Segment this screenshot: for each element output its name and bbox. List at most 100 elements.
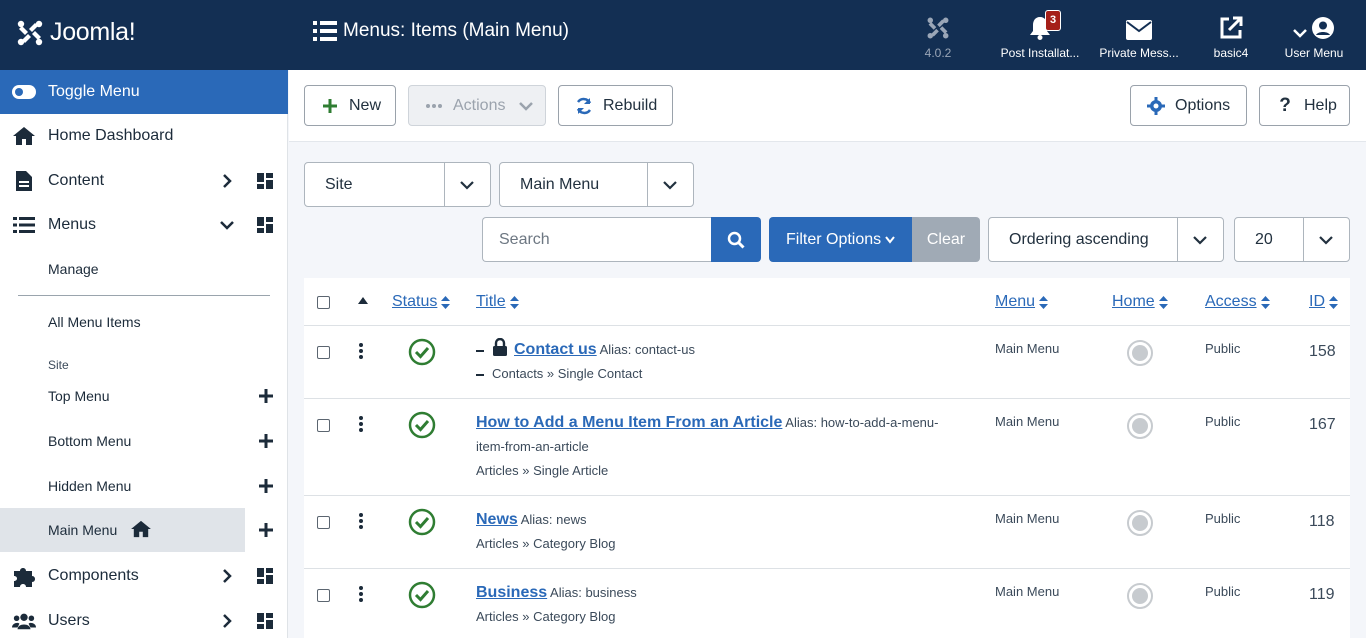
published-check-icon[interactable]: [408, 508, 436, 536]
row-title-link[interactable]: How to Add a Menu Item From an Article: [476, 414, 782, 431]
row-type: Contacts » Single Contact: [492, 366, 643, 381]
level-dash: [476, 373, 484, 376]
sidebar-sub-all-menu-items[interactable]: All Menu Items: [0, 314, 288, 334]
options-button[interactable]: Options: [1130, 85, 1247, 126]
search-button[interactable]: [711, 217, 761, 262]
sidebar-item-label: Users: [48, 612, 90, 629]
plus-icon: [323, 98, 337, 113]
sidebar-item-components[interactable]: Components: [0, 564, 288, 588]
column-title[interactable]: Title: [476, 293, 519, 311]
column-access[interactable]: Access: [1205, 293, 1270, 311]
published-check-icon[interactable]: [408, 338, 436, 366]
private-messages-item[interactable]: Private Mess...: [1089, 14, 1189, 60]
options-label: Options: [1175, 96, 1231, 114]
post-installation-item[interactable]: 3 Post Installat...: [990, 10, 1090, 60]
row-title-link[interactable]: News: [476, 511, 518, 528]
row-title-link[interactable]: Business: [476, 584, 547, 601]
lock-icon[interactable]: [492, 337, 508, 356]
actions-button[interactable]: Actions: [408, 85, 546, 126]
row-checkbox[interactable]: [317, 419, 330, 432]
default-home-toggle-icon[interactable]: [1126, 509, 1154, 537]
row-checkbox[interactable]: [317, 589, 330, 602]
ordering-select[interactable]: Ordering ascending: [988, 217, 1224, 262]
new-button[interactable]: New: [304, 85, 396, 126]
help-button[interactable]: ? Help: [1259, 85, 1350, 126]
column-menu[interactable]: Menu: [995, 293, 1049, 311]
notification-badge: 3: [1045, 10, 1061, 31]
limit-select-value: 20: [1255, 230, 1273, 248]
drag-handle-icon[interactable]: [359, 586, 363, 602]
sidebar-item-menus[interactable]: Menus: [0, 213, 288, 237]
drag-handle-icon[interactable]: [359, 343, 363, 359]
published-check-icon[interactable]: [408, 411, 436, 439]
select-all-checkbox[interactable]: [317, 296, 330, 309]
plus-icon[interactable]: [258, 433, 274, 449]
row-access: Public: [1205, 414, 1241, 429]
row-alias: Alias: business: [550, 585, 637, 600]
row-checkbox[interactable]: [317, 516, 330, 529]
sort-icon: [1158, 295, 1168, 309]
row-menu: Main Menu: [995, 511, 1060, 526]
main-content: Site Main Menu Search Filter Options Cle…: [289, 142, 1366, 638]
column-home[interactable]: Home: [1112, 293, 1168, 311]
row-type: Articles » Category Blog: [476, 536, 616, 551]
published-check-icon[interactable]: [408, 581, 436, 609]
dashboard-icon[interactable]: [257, 173, 273, 189]
sort-ascending-icon[interactable]: [358, 297, 368, 304]
user-icon: [1312, 17, 1334, 39]
envelope-icon: [1126, 20, 1152, 40]
sidebar-sub-label: All Menu Items: [48, 314, 141, 330]
question-icon: ?: [1279, 94, 1291, 116]
row-id: 118: [1309, 513, 1335, 530]
sidebar-sub-main-menu[interactable]: Main Menu: [0, 508, 245, 552]
column-status[interactable]: Status: [392, 293, 451, 311]
sidebar-sub-heading-site: Site: [48, 358, 69, 372]
top-header: Joomla! Menus: Items (Main Menu) 4.0.2 3…: [0, 0, 1366, 70]
sidebar-item-content[interactable]: Content: [0, 169, 288, 193]
filter-options-button[interactable]: Filter Options: [769, 217, 912, 262]
sidebar-sub-hidden-menu[interactable]: Hidden Menu: [0, 478, 288, 498]
row-title-link[interactable]: Contact us: [514, 341, 597, 358]
plus-icon[interactable]: [258, 522, 274, 538]
sidebar-item-home-dashboard[interactable]: Home Dashboard: [0, 124, 288, 148]
drag-handle-icon[interactable]: [359, 513, 363, 529]
column-id[interactable]: ID: [1309, 293, 1338, 311]
menu-select[interactable]: Main Menu: [499, 162, 694, 207]
dashboard-icon[interactable]: [257, 568, 273, 584]
users-icon: [12, 613, 36, 630]
plus-icon[interactable]: [258, 388, 274, 404]
toggle-menu-label: Toggle Menu: [48, 83, 140, 100]
toggle-switch-icon: [12, 85, 36, 99]
search-input[interactable]: Search: [482, 217, 712, 262]
table-row: Contact us Alias: contact-us Contacts » …: [304, 326, 1350, 399]
column-title-label: Title: [476, 293, 506, 310]
dashboard-icon[interactable]: [257, 217, 273, 233]
column-id-label: ID: [1309, 293, 1325, 310]
sidebar-sub-manage[interactable]: Manage: [0, 261, 288, 281]
column-status-label: Status: [392, 293, 438, 310]
default-home-toggle-icon[interactable]: [1126, 412, 1154, 440]
sidebar-sub-top-menu[interactable]: Top Menu: [0, 388, 288, 408]
column-menu-label: Menu: [995, 293, 1036, 310]
level-dash: [476, 349, 484, 352]
default-home-toggle-icon[interactable]: [1126, 582, 1154, 610]
sidebar-sub-label: Top Menu: [48, 388, 110, 404]
drag-handle-icon[interactable]: [359, 416, 363, 432]
row-title-cell: Business Alias: business Articles » Cate…: [476, 581, 966, 629]
sidebar-sub-bottom-menu[interactable]: Bottom Menu: [0, 433, 288, 453]
client-select[interactable]: Site: [304, 162, 491, 207]
toggle-menu-button[interactable]: Toggle Menu: [0, 70, 288, 114]
dashboard-icon[interactable]: [257, 613, 273, 629]
joomla-logo[interactable]: Joomla!: [16, 18, 136, 47]
sidebar-divider: [18, 295, 270, 296]
limit-select[interactable]: 20: [1234, 217, 1350, 262]
default-home-toggle-icon[interactable]: [1126, 339, 1154, 367]
sidebar-item-users[interactable]: Users: [0, 609, 288, 633]
chevron-down-icon: [220, 221, 234, 230]
row-checkbox[interactable]: [317, 346, 330, 359]
rebuild-button[interactable]: Rebuild: [558, 85, 673, 126]
plus-icon[interactable]: [258, 478, 274, 494]
table-header: Status Title Menu Home Access ID: [304, 278, 1350, 326]
clear-button[interactable]: Clear: [912, 217, 980, 262]
user-menu-item[interactable]: User Menu: [1264, 14, 1364, 60]
